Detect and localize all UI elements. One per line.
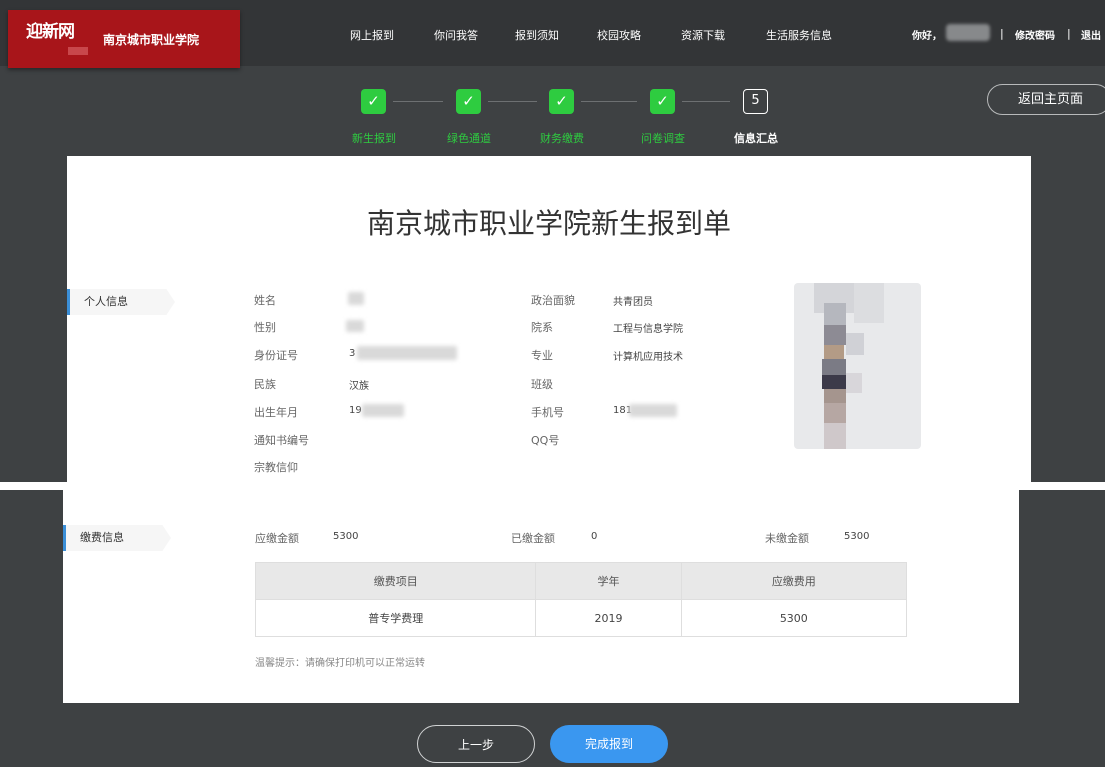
nav-life-services[interactable]: 生活服务信息 [766, 27, 832, 43]
table-row: 普专学费理 2019 5300 [254, 599, 908, 637]
id-number-value: 3 [349, 348, 356, 359]
due-amount-label: 应缴金额 [255, 532, 299, 545]
school-year-cell: 2019 [535, 599, 682, 637]
birth-date-redacted [362, 404, 404, 417]
political-status-label: 政治面貌 [531, 294, 575, 307]
unpaid-amount-label: 未缴金额 [765, 532, 809, 545]
ethnicity-label: 民族 [254, 378, 276, 391]
top-navbar: 迎新网 南京城市职业学院 网上报到 你问我答 报到须知 校园攻略 资源下载 生活… [0, 0, 1105, 68]
nav-faq[interactable]: 你问我答 [434, 27, 478, 43]
fee-due-cell: 5300 [680, 599, 908, 637]
religion-label: 宗教信仰 [254, 461, 298, 474]
name-value-redacted [348, 292, 364, 305]
nav-separator: | [1067, 27, 1071, 40]
registration-screen-bottom: 缴费信息 应缴金额 5300 已缴金额 0 未缴金额 5300 缴费项目 学年 … [0, 490, 1105, 767]
fee-table-header-row: 缴费项目 学年 应缴费用 [254, 562, 908, 600]
step-3-check-icon: ✓ [549, 89, 574, 114]
step-2-check-icon: ✓ [456, 89, 481, 114]
change-password-link[interactable]: 修改密码 [1015, 27, 1055, 42]
id-number-label: 身份证号 [254, 349, 298, 362]
fee-info-card: 缴费信息 应缴金额 5300 已缴金额 0 未缴金额 5300 缴费项目 学年 … [63, 490, 1019, 703]
ethnicity-value: 汉族 [349, 381, 369, 392]
notice-number-label: 通知书编号 [254, 434, 309, 447]
department-label: 院系 [531, 321, 553, 334]
logo-block[interactable]: 迎新网 南京城市职业学院 [8, 10, 240, 68]
step-1-check-icon: ✓ [361, 89, 386, 114]
col-fee-due: 应缴费用 [680, 562, 908, 600]
nav-downloads[interactable]: 资源下载 [681, 27, 725, 43]
previous-step-button[interactable]: 上一步 [417, 725, 535, 763]
student-photo [794, 283, 921, 449]
finish-registration-button[interactable]: 完成报到 [550, 725, 668, 763]
id-number-redacted [357, 346, 457, 360]
personal-info-tab: 个人信息 [67, 289, 175, 315]
nav-online-register[interactable]: 网上报到 [350, 27, 394, 43]
college-name: 南京城市职业学院 [103, 33, 200, 47]
unpaid-amount-value: 5300 [844, 531, 870, 542]
registration-screen-top: 迎新网 南京城市职业学院 网上报到 你问我答 报到须知 校园攻略 资源下载 生活… [0, 0, 1105, 482]
phone-label: 手机号 [531, 406, 564, 419]
step-5-number: 5 [743, 89, 768, 114]
class-label: 班级 [531, 378, 553, 391]
step-label-new-student: 新生报到 [352, 132, 396, 145]
nav-register-notice[interactable]: 报到须知 [515, 27, 559, 43]
name-label: 姓名 [254, 294, 276, 307]
fee-item-cell: 普专学费理 [254, 599, 537, 637]
step-label-green-channel: 绿色通道 [447, 132, 491, 145]
form-title: 南京城市职业学院新生报到单 [366, 207, 731, 240]
back-home-button[interactable]: 返回主页面 [987, 84, 1105, 115]
step-label-survey: 问卷调查 [641, 132, 685, 145]
nav-separator: | [1000, 27, 1004, 40]
paid-amount-label: 已缴金额 [511, 532, 555, 545]
step-connector [682, 101, 730, 102]
site-logo: 迎新网 [26, 22, 75, 42]
fee-table: 缴费项目 学年 应缴费用 普专学费理 2019 5300 [254, 562, 908, 637]
department-value: 工程与信息学院 [613, 324, 683, 335]
gender-value-redacted [346, 320, 364, 332]
printer-tip: 温馨提示：请确保打印机可以正常运转 [255, 658, 425, 669]
fee-info-tab: 缴费信息 [63, 525, 171, 551]
registration-form-card: 南京城市职业学院新生报到单 个人信息 姓名 性别 身份证号 3 民族 汉族 出生… [67, 156, 1031, 482]
step-connector [488, 101, 537, 102]
gender-label: 性别 [254, 321, 276, 334]
political-status-value: 共青团员 [613, 297, 653, 308]
step-connector [393, 101, 443, 102]
phone-redacted [629, 404, 677, 417]
major-label: 专业 [531, 349, 553, 362]
logout-link[interactable]: 退出 [1081, 27, 1101, 42]
username-redacted [946, 24, 990, 41]
col-school-year: 学年 [535, 562, 682, 600]
nav-campus-guide[interactable]: 校园攻略 [597, 27, 641, 43]
logo-subtitle-mark [68, 47, 88, 55]
paid-amount-value: 0 [591, 531, 598, 542]
qq-label: QQ号 [531, 434, 560, 447]
step-label-payment: 财务缴费 [540, 132, 584, 145]
step-label-summary: 信息汇总 [734, 132, 778, 145]
birth-date-label: 出生年月 [254, 406, 298, 419]
major-value: 计算机应用技术 [613, 352, 683, 363]
step-4-check-icon: ✓ [650, 89, 675, 114]
greeting-text: 你好， [912, 31, 942, 42]
due-amount-value: 5300 [333, 531, 359, 542]
step-connector [581, 101, 637, 102]
birth-date-value: 19 [349, 405, 362, 416]
col-fee-item: 缴费项目 [254, 562, 537, 600]
